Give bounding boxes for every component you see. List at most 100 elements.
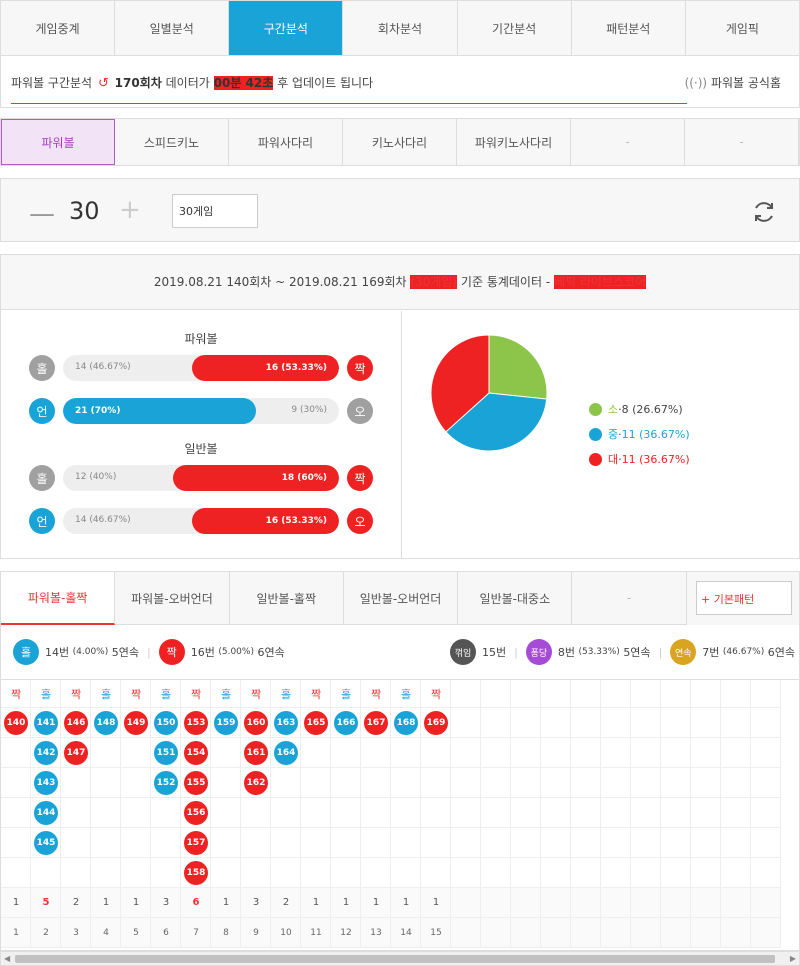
grid-cell [661,888,691,918]
game-tab-7[interactable]: - [685,119,799,165]
grid-cell [151,798,181,828]
odd-summary: 홀 14번 (4.00%) 5연속 | 짝 16번 (5.00%) 6연속 [13,639,285,665]
update-text-1: 데이터가 [165,76,210,90]
top-tab-4[interactable]: 회차분석 [343,1,458,55]
increase-button[interactable]: + [119,195,141,225]
grid-cell [751,798,781,828]
round-ball: 157 [184,831,208,855]
grid-cell [391,858,421,888]
grid-cell [121,768,151,798]
break-badge: 꺾임 [450,639,476,665]
grid-cell [151,828,181,858]
grid-cell [571,918,601,948]
grid-cell [751,828,781,858]
round-ball: 142 [34,741,58,765]
grid-cell [211,858,241,888]
basic-pattern-button[interactable]: + 기본패턴 [696,581,792,615]
grid-cell [421,798,451,828]
right-badge: 오 [347,508,373,534]
grid-cell [691,680,721,708]
grid-cell [481,828,511,858]
grid-cell [1,858,31,888]
grid-cell [331,858,361,888]
column-head: 홀 [100,688,112,701]
grid-cell [301,768,331,798]
grid-cell [1,768,31,798]
top-tab-6[interactable]: 패턴분석 [572,1,686,55]
right-badge: 오 [347,398,373,424]
grid-cell [331,798,361,828]
grid-cell [511,858,541,888]
round-ball: 149 [124,711,148,735]
column-index: 12 [340,928,352,938]
game-tab-3[interactable]: 파워사다리 [229,119,343,165]
grid-cell [751,918,781,948]
grid-cell [541,680,571,708]
column-head: 짝 [10,688,22,701]
pattern-tab-3[interactable]: 일반볼-홀짝 [229,572,344,625]
top-tab-7[interactable]: 게임픽 [686,1,799,55]
grid-cell [511,680,541,708]
round-ball: 153 [184,711,208,735]
column-index: 9 [253,928,259,938]
game-tab-5[interactable]: 파워키노사다리 [457,119,571,165]
streak-count: 2 [72,897,80,908]
grid-cell [361,768,391,798]
refresh-icon[interactable] [751,199,777,225]
grid-cell [421,828,451,858]
grid-cell [1,738,31,768]
game-count: (30게임) [410,275,458,289]
streak-count: 3 [162,897,170,908]
game-tab-6[interactable]: - [571,119,685,165]
grid-cell [481,858,511,888]
top-tab-1[interactable]: 게임중계 [1,1,116,55]
game-tab-2[interactable]: 스피드키노 [115,119,229,165]
normal-ball-title: 일반볼 [184,442,218,456]
grid-cell [751,738,781,768]
grid-cell [601,738,631,768]
grid-cell [451,680,481,708]
grid-cell [481,680,511,708]
decrease-button[interactable]: — [29,199,55,229]
horizontal-scrollbar[interactable]: ◀ ▶ [0,951,800,966]
top-tab-3[interactable]: 구간분석 [229,1,344,55]
scroll-left-icon[interactable]: ◀ [4,954,10,963]
pie-legend-item: 대 · 11 (36.67%) [589,451,690,467]
grid-cell [451,888,481,918]
grid-cell [331,738,361,768]
even-badge: 짝 [158,639,185,665]
official-home-link[interactable]: ((·)) 파워볼 공식홈 [685,74,781,91]
range-select[interactable]: 30게임 [172,194,258,228]
scroll-right-icon[interactable]: ▶ [790,954,796,963]
top-tab-2[interactable]: 일별분석 [115,1,230,55]
pattern-tab-6[interactable]: - [572,572,687,625]
grid-cell [631,828,661,858]
round-ball: 144 [34,801,58,825]
pattern-tab-1[interactable]: 파워볼-홀짝 [1,572,116,625]
pattern-tab-5[interactable]: 일반볼-대중소 [458,572,573,625]
streak-count: 2 [282,897,290,908]
grid-cell [691,798,721,828]
grid-cell [421,858,451,888]
ratio-bar: 21 (70%) 9 (30%) [63,398,339,424]
bar-fill: 18 (60%) [173,465,339,491]
game-tab-1[interactable]: 파워볼 [1,119,115,165]
legend-dot [589,452,602,466]
grid-cell [451,858,481,888]
top-tab-5[interactable]: 기간분석 [458,1,572,55]
column-index: 6 [163,928,169,938]
grid-cell [121,798,151,828]
game-tab-4[interactable]: 키노사다리 [343,119,457,165]
grid-cell [721,798,751,828]
bar-fill: 21 (70%) [63,398,256,424]
scroll-thumb[interactable] [15,955,775,963]
column-head: 짝 [190,688,202,701]
pattern-tab-2[interactable]: 파워볼-오버언더 [115,572,230,625]
grid-cell [751,708,781,738]
streak-count: 1 [222,897,230,908]
grid-cell [61,828,91,858]
cont-badge: 연속 [670,639,697,665]
grid-cell [631,798,661,828]
pattern-tab-4[interactable]: 일반볼-오버언더 [343,572,459,625]
grid-cell [601,708,631,738]
